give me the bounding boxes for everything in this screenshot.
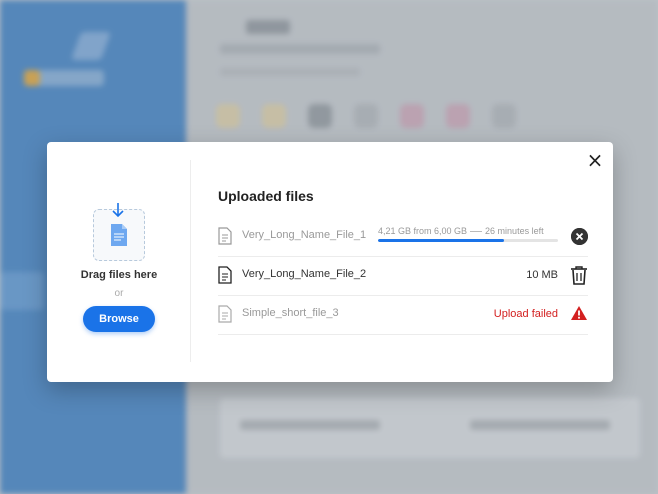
cancel-upload-button[interactable]	[571, 228, 588, 245]
browse-button[interactable]: Browse	[83, 306, 155, 332]
file-row: Very_Long_Name_File_1 4,21 GB from 6,00 …	[218, 218, 588, 257]
uploaded-files-title: Uploaded files	[218, 188, 314, 204]
trash-icon	[571, 266, 587, 285]
close-icon: ×	[586, 148, 604, 172]
drop-target[interactable]	[93, 203, 145, 261]
file-name: Very_Long_Name_File_2	[242, 268, 367, 280]
delete-file-button[interactable]	[570, 265, 588, 285]
file-row: Simple_short_file_3 Upload failed	[218, 296, 588, 335]
upload-modal: × Drag files here or Browse Uploaded fil…	[47, 142, 613, 382]
file-dropzone[interactable]: Drag files here or Browse	[47, 142, 191, 382]
drag-files-label: Drag files here	[80, 269, 158, 281]
file-name: Very_Long_Name_File_1	[242, 229, 367, 241]
progress-bar-fill	[378, 239, 504, 242]
progress-separator	[470, 231, 483, 233]
arrow-down-icon	[112, 203, 124, 218]
close-button[interactable]: ×	[585, 150, 605, 170]
file-size: 10 MB	[526, 269, 558, 281]
file-name: Simple_short_file_3	[242, 307, 339, 319]
progress-time-left: 26 minutes left	[485, 226, 544, 236]
progress-bar	[378, 239, 558, 242]
document-icon	[111, 224, 127, 246]
cancel-circle-icon	[571, 228, 588, 245]
upload-failed-status: Upload failed	[493, 308, 558, 320]
progress-label: 4,21 GB from 6,00 GB 26 minutes left	[378, 226, 544, 236]
divider	[190, 160, 191, 362]
warning-icon	[571, 306, 587, 320]
file-list: Very_Long_Name_File_1 4,21 GB from 6,00 …	[218, 218, 588, 335]
document-icon	[218, 227, 232, 245]
document-icon	[218, 305, 232, 323]
or-label: or	[114, 288, 124, 299]
file-row: Very_Long_Name_File_2 10 MB	[218, 257, 588, 296]
progress-size: 4,21 GB from 6,00 GB	[378, 226, 468, 236]
document-icon	[218, 266, 232, 284]
